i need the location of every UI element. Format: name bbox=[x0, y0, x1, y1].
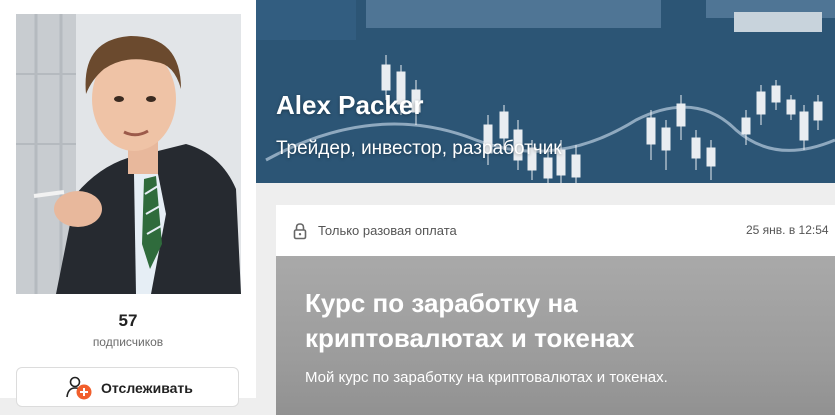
cover-banner: Alex Packer Трейдер, инвестор, разработч… bbox=[256, 0, 835, 183]
avatar[interactable] bbox=[16, 14, 241, 294]
creator-name: Alex Packer bbox=[276, 90, 424, 120]
lock-icon bbox=[293, 222, 307, 240]
follow-button-label: Отслеживать bbox=[101, 380, 193, 396]
post-cover[interactable]: Курс по заработку на криптовалютах и ток… bbox=[276, 256, 835, 415]
post-date: 25 янв. в 12:54 bbox=[746, 223, 829, 237]
subscriber-count: 57 bbox=[118, 311, 138, 330]
post-card[interactable]: Только разовая оплата 25 янв. в 12:54 Ку… bbox=[276, 205, 835, 415]
creator-tagline: Трейдер, инвестор, разработчик bbox=[276, 138, 562, 159]
post-description: Мой курс по заработку на криптовалютах и… bbox=[305, 369, 668, 386]
post-title[interactable]: Курс по заработку на криптовалютах и ток… bbox=[305, 286, 725, 356]
access-label: Только разовая оплата bbox=[318, 223, 457, 238]
follow-button[interactable]: Отслеживать bbox=[16, 367, 239, 407]
profile-card: 57 подписчиков Отслеживать bbox=[0, 0, 256, 407]
user-plus-icon bbox=[65, 376, 93, 400]
subscriber-label: подписчиков bbox=[92, 335, 164, 349]
post-header: Только разовая оплата 25 янв. в 12:54 bbox=[276, 205, 835, 256]
